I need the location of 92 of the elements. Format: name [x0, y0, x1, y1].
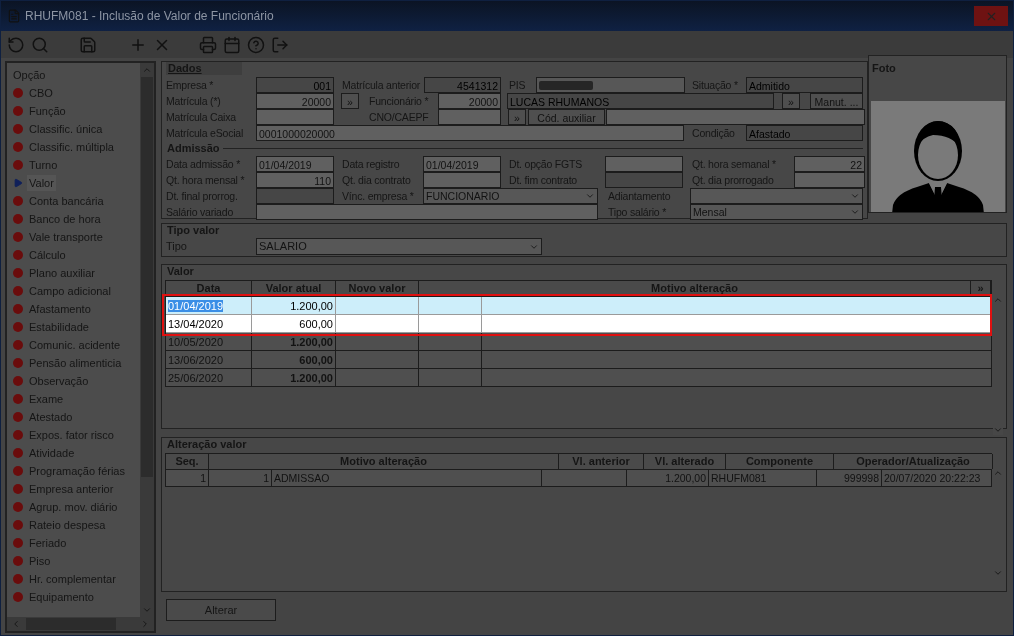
bullet-icon — [13, 196, 23, 206]
input-field[interactable]: 22 — [794, 156, 865, 172]
bullet-icon — [13, 160, 23, 170]
calendar-icon[interactable] — [223, 35, 241, 54]
bullet-icon — [13, 448, 23, 458]
avatar-icon — [870, 101, 1005, 212]
scroll-up-icon[interactable] — [142, 65, 152, 75]
bullet-icon — [13, 214, 23, 224]
bullet-icon — [13, 358, 23, 368]
table-cell: 999998 — [817, 470, 882, 486]
table-cell-text: 20/07/2020 20:22:23 — [883, 471, 982, 486]
arrow-icon — [13, 178, 23, 188]
table-cell: RHUFM081 — [709, 470, 817, 486]
scroll-up-icon[interactable] — [993, 295, 1003, 305]
input-field[interactable] — [794, 172, 865, 188]
bullet-icon — [13, 106, 23, 116]
bullet-icon — [13, 376, 23, 386]
bullet-icon — [13, 412, 23, 422]
bullet-icon — [13, 124, 23, 134]
select-field[interactable]: FUNCIONARIO — [423, 188, 598, 204]
bullet-icon — [13, 520, 23, 530]
input-field[interactable] — [536, 77, 685, 93]
bullet-icon — [13, 466, 23, 476]
scroll-right-icon[interactable] — [140, 619, 150, 629]
input-field[interactable] — [423, 172, 501, 188]
refresh-icon[interactable] — [7, 35, 25, 54]
bullet-icon — [13, 88, 23, 98]
table-cell: 1 — [166, 470, 209, 486]
window-title: RHUFM081 - Inclusão de Valor de Funcionário — [25, 8, 274, 25]
input-field[interactable] — [438, 109, 501, 125]
form-button[interactable]: Cód. auxiliar — [528, 109, 605, 125]
bullet-icon — [13, 592, 23, 602]
bullet-icon — [13, 250, 23, 260]
horizontal-scrollbar[interactable] — [7, 617, 154, 631]
scroll-up-icon[interactable] — [993, 468, 1003, 478]
bullet-icon — [13, 484, 23, 494]
bullet-icon — [13, 142, 23, 152]
vertical-scrollbar[interactable] — [993, 295, 1003, 435]
table-cell: ADMISSAO — [272, 470, 542, 486]
bullet-icon — [13, 286, 23, 296]
form-button[interactable]: Manut. ... — [810, 93, 863, 109]
input-field[interactable]: 20000 — [438, 93, 501, 109]
save-icon[interactable] — [79, 35, 97, 54]
bullet-icon — [13, 394, 23, 404]
input-field[interactable] — [605, 156, 683, 172]
bullet-icon — [13, 502, 23, 512]
vertical-scrollbar[interactable] — [140, 63, 154, 617]
input-field[interactable]: 110 — [256, 172, 334, 188]
scroll-left-icon[interactable] — [11, 619, 21, 629]
form-button[interactable]: » — [341, 93, 359, 109]
help-icon[interactable] — [247, 35, 265, 54]
blurred-value — [539, 80, 593, 90]
input-field[interactable]: 01/04/2019 — [423, 156, 501, 172]
bullet-icon — [13, 304, 23, 314]
bullet-icon — [13, 268, 23, 278]
bullet-icon — [13, 574, 23, 584]
table-row[interactable]: 25/06/2020 1.200,00 — [165, 369, 992, 387]
table-cell: 1.200,00 — [627, 470, 709, 486]
table-row[interactable]: 13/04/2020 600,00 — [165, 315, 992, 333]
input-field[interactable]: 01/04/2019 — [256, 156, 334, 172]
input-field[interactable] — [256, 204, 598, 220]
scroll-down-icon[interactable] — [142, 605, 152, 615]
table-cell: 1 — [209, 470, 272, 486]
input-field[interactable]: 0001000020000 — [256, 125, 684, 141]
scroll-thumb[interactable] — [141, 77, 153, 477]
print-icon[interactable] — [199, 35, 217, 54]
select-field[interactable] — [690, 188, 863, 204]
bullet-icon — [13, 556, 23, 566]
input-field[interactable] — [256, 109, 334, 125]
bullet-icon — [13, 430, 23, 440]
table-row[interactable]: 13/06/2020 600,00 — [165, 351, 992, 369]
bullet-icon — [13, 340, 23, 350]
select-field[interactable]: Mensal — [690, 204, 863, 220]
table-cell: 25/06/2020 — [166, 369, 252, 387]
search-icon[interactable] — [31, 35, 49, 54]
form-button[interactable]: » — [782, 93, 800, 109]
bullet-icon — [13, 322, 23, 332]
input-field[interactable]: 20000 — [256, 93, 334, 109]
scroll-down-icon[interactable] — [993, 425, 1003, 435]
scroll-thumb[interactable] — [25, 618, 116, 630]
chevron-down-icon — [585, 191, 595, 201]
bullet-icon — [13, 232, 23, 242]
form-button[interactable]: » — [508, 109, 526, 125]
table-cell: 1.200,00 — [252, 369, 336, 387]
scroll-down-icon[interactable] — [993, 568, 1003, 578]
document-icon — [7, 8, 21, 24]
table-row[interactable]: 01/04/2019 1.200,00 — [165, 297, 992, 315]
select-field[interactable]: SALARIO — [256, 238, 542, 255]
close-button[interactable] — [974, 6, 1008, 26]
input-field[interactable] — [606, 109, 865, 125]
bullet-icon — [13, 538, 23, 548]
exit-icon[interactable] — [271, 35, 289, 54]
